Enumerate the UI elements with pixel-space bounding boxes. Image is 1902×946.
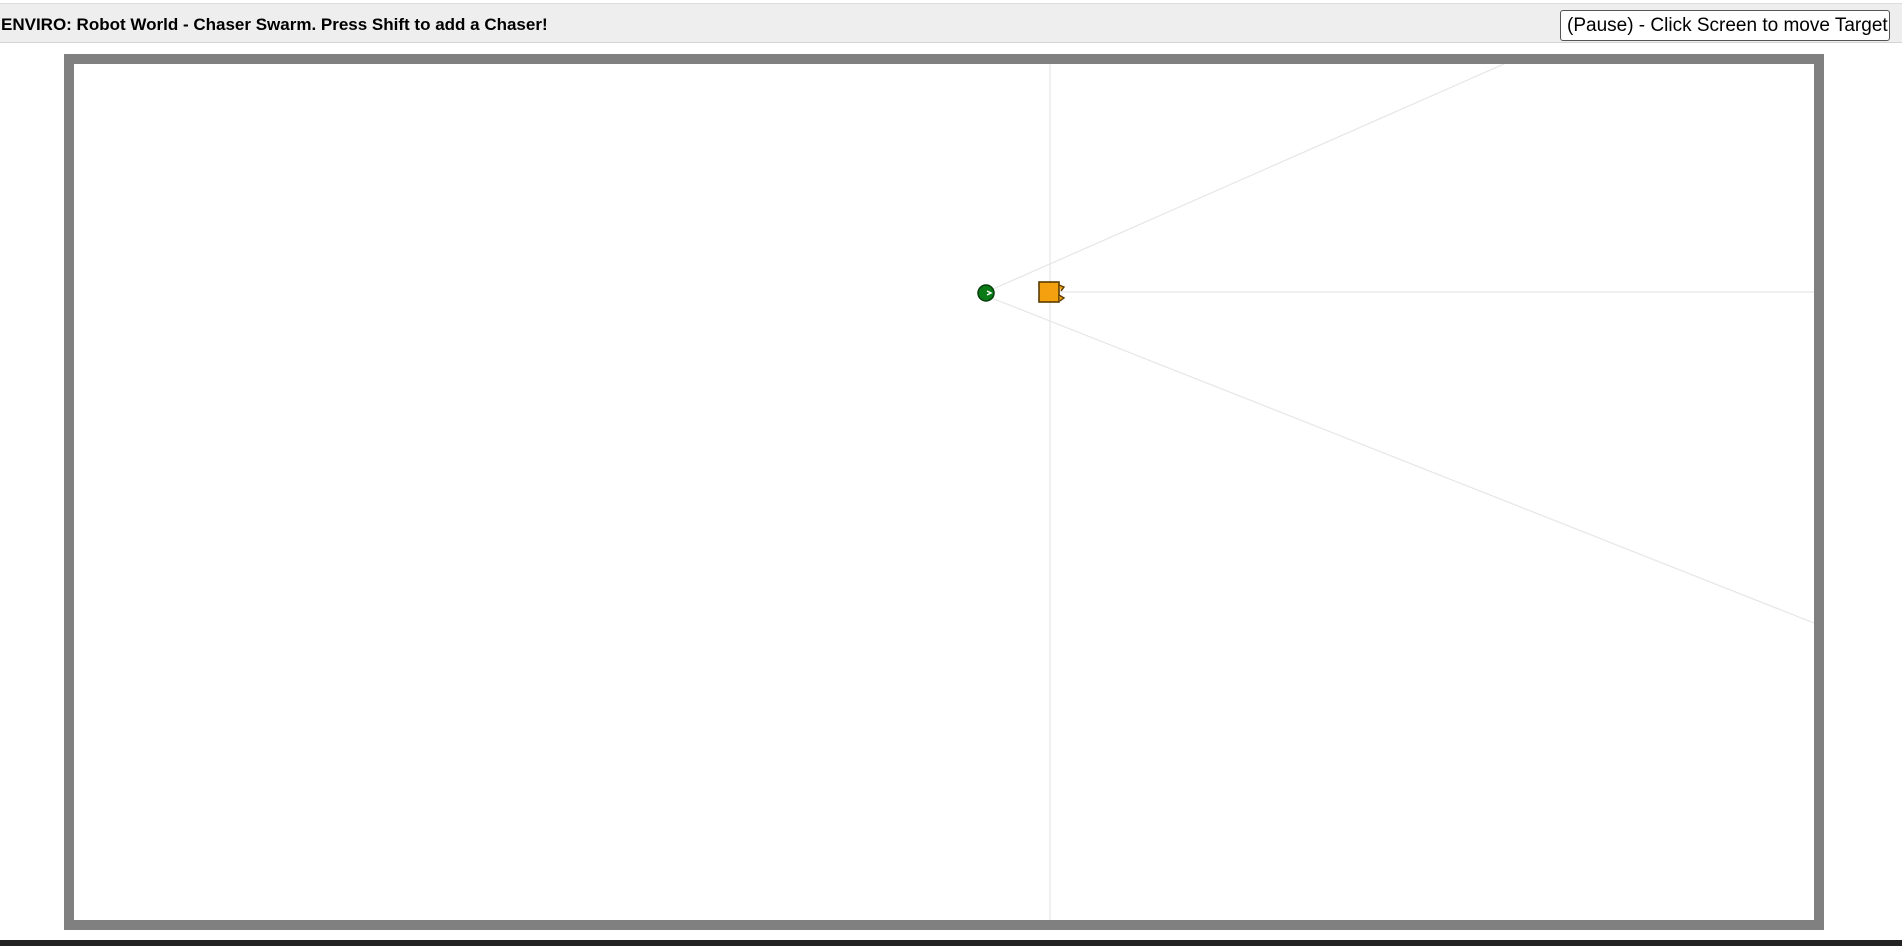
bottom-edge-bar bbox=[0, 940, 1902, 946]
lower-view-ray bbox=[983, 294, 1814, 624]
top-toolbar: ENVIRO: Robot World - Chaser Swarm. Pres… bbox=[0, 3, 1902, 43]
page-title: ENVIRO: Robot World - Chaser Swarm. Pres… bbox=[1, 15, 548, 34]
arena-canvas[interactable] bbox=[64, 54, 1824, 930]
upper-view-ray bbox=[983, 64, 1505, 294]
pause-button[interactable]: (Pause) - Click Screen to move Target bbox=[1560, 10, 1890, 41]
sensor-lines bbox=[983, 64, 1814, 920]
target-icon bbox=[977, 284, 995, 302]
arena-drawing bbox=[977, 64, 1814, 920]
